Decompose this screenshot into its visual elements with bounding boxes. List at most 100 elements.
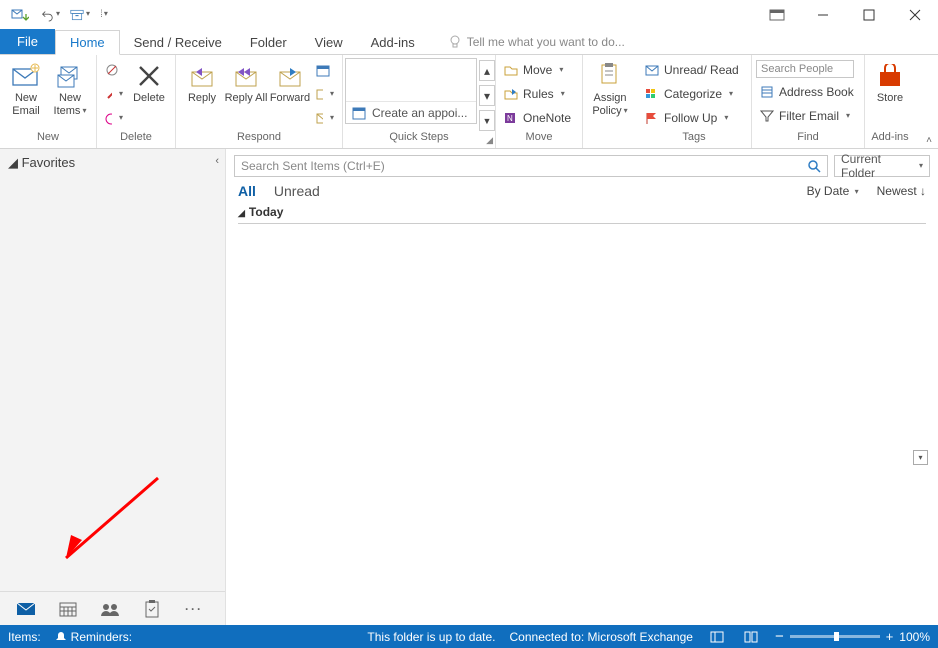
tab-send-receive[interactable]: Send / Receive bbox=[120, 31, 236, 54]
move-button[interactable]: Move▾ bbox=[500, 60, 578, 80]
qs-scroll-up[interactable]: ▴ bbox=[479, 60, 495, 81]
window-minimize-button[interactable] bbox=[800, 0, 846, 29]
status-reminders[interactable]: Reminders: bbox=[55, 630, 132, 644]
tell-me-search[interactable]: Tell me what you want to do... bbox=[449, 35, 625, 54]
lightbulb-icon bbox=[449, 35, 461, 49]
filter-email-button[interactable]: Filter Email▾ bbox=[756, 106, 860, 126]
search-box[interactable]: Search Sent Items (Ctrl+E) bbox=[234, 155, 828, 177]
tab-folder[interactable]: Folder bbox=[236, 31, 301, 54]
ignore-button[interactable] bbox=[101, 60, 127, 80]
minimize-folder-pane-button[interactable]: ‹ bbox=[215, 155, 219, 167]
tell-me-placeholder: Tell me what you want to do... bbox=[467, 35, 625, 49]
new-email-button[interactable]: New Email bbox=[4, 58, 48, 118]
zoom-in-button[interactable]: + bbox=[886, 629, 894, 644]
junk-button[interactable]: ▾ bbox=[101, 108, 127, 128]
group-addins-label: Add-ins bbox=[865, 131, 915, 148]
assign-policy-label: Assign Policy▾ bbox=[587, 92, 633, 118]
address-book-button[interactable]: Address Book bbox=[756, 82, 860, 102]
qs-launcher-icon[interactable]: ◢ bbox=[486, 135, 493, 146]
window-close-button[interactable] bbox=[892, 0, 938, 29]
peek-people-icon[interactable] bbox=[100, 599, 120, 619]
assign-policy-button[interactable]: Assign Policy▾ bbox=[587, 58, 633, 118]
filter-all[interactable]: All bbox=[238, 183, 256, 199]
view-normal-button[interactable] bbox=[707, 629, 727, 645]
more-respond-button[interactable]: ▾ bbox=[312, 108, 338, 128]
group-delete: ▾ ▾ Delete Delete bbox=[97, 55, 176, 148]
zoom-control[interactable]: − + 100% bbox=[775, 628, 930, 645]
tab-view[interactable]: View bbox=[301, 31, 357, 54]
cleanup-icon bbox=[105, 87, 112, 101]
onenote-button[interactable]: NOneNote bbox=[500, 108, 578, 128]
peek-calendar-icon[interactable] bbox=[58, 599, 78, 619]
qat-archive-icon[interactable]: ▾ bbox=[70, 5, 90, 25]
group-tags-label: Tags bbox=[637, 131, 751, 148]
ribbon-display-options-icon[interactable] bbox=[754, 0, 800, 29]
follow-up-button[interactable]: Follow Up▾ bbox=[641, 108, 747, 128]
new-items-button[interactable]: New Items▾ bbox=[48, 58, 92, 118]
group-assign-policy: Assign Policy▾ bbox=[583, 55, 637, 148]
zoom-level[interactable]: 100% bbox=[899, 630, 930, 644]
peek-more-button[interactable]: ··· bbox=[184, 599, 204, 619]
window-maximize-button[interactable] bbox=[846, 0, 892, 29]
svg-text:N: N bbox=[507, 114, 513, 123]
delete-button[interactable]: Delete bbox=[127, 58, 171, 105]
status-items: Items: bbox=[8, 630, 41, 644]
new-items-label: New Items▾ bbox=[48, 92, 92, 118]
reminder-bell-icon bbox=[55, 631, 67, 643]
quick-steps-gallery[interactable]: Create an appoi... bbox=[345, 58, 477, 124]
title-bar: ▾ ▾ ⁞▾ bbox=[0, 0, 938, 29]
collapse-ribbon-button[interactable]: ˄ bbox=[926, 135, 932, 146]
tab-home[interactable]: Home bbox=[55, 30, 120, 55]
view-reading-button[interactable] bbox=[741, 629, 761, 645]
categorize-button[interactable]: Categorize▾ bbox=[641, 84, 747, 104]
store-button[interactable]: Store bbox=[869, 58, 911, 105]
sort-newest[interactable]: Newest ↓ bbox=[877, 184, 926, 198]
favorites-header[interactable]: ◢ Favorites bbox=[0, 149, 225, 177]
search-scope-dropdown[interactable]: Current Folder▾ bbox=[834, 155, 930, 177]
quick-step-label: Create an appoi... bbox=[372, 106, 467, 120]
qat-undo-icon[interactable]: ▾ bbox=[40, 5, 60, 25]
group-move: Move▾ Rules▾ NOneNote Move bbox=[496, 55, 583, 148]
flag-icon bbox=[645, 112, 659, 124]
date-group-today[interactable]: ◢Today bbox=[238, 203, 926, 224]
more-respond-icon bbox=[316, 111, 323, 125]
qs-scroll-down[interactable]: ▾ bbox=[479, 85, 495, 106]
search-people-input[interactable]: Search People bbox=[756, 60, 854, 78]
ignore-icon bbox=[105, 63, 121, 77]
zoom-slider[interactable] bbox=[790, 635, 880, 638]
cleanup-button[interactable]: ▾ bbox=[101, 84, 127, 104]
forward-button[interactable]: Forward bbox=[268, 58, 312, 105]
reply-all-button[interactable]: Reply All bbox=[224, 58, 268, 105]
new-email-icon bbox=[10, 60, 42, 92]
reading-pane-toggle[interactable]: ▾ bbox=[913, 450, 928, 465]
reply-label: Reply bbox=[188, 92, 216, 105]
search-people-placeholder: Search People bbox=[761, 63, 833, 75]
peek-mail-icon[interactable] bbox=[16, 599, 36, 619]
search-scope-label: Current Folder bbox=[841, 152, 917, 180]
forward-attachment-button[interactable]: ▾ bbox=[312, 84, 338, 104]
group-addins: Store Add-ins bbox=[865, 55, 915, 148]
junk-icon bbox=[105, 111, 112, 125]
zoom-out-button[interactable]: − bbox=[775, 628, 784, 645]
group-find: Search People Address Book Filter Email▾… bbox=[752, 55, 865, 148]
group-tags: Unread/ Read Categorize▾ Follow Up▾ Tags bbox=[637, 55, 752, 148]
unread-read-button[interactable]: Unread/ Read bbox=[641, 60, 747, 80]
meeting-button[interactable] bbox=[312, 60, 338, 80]
sort-by-date[interactable]: By Date ▾ bbox=[807, 184, 859, 198]
filter-unread[interactable]: Unread bbox=[274, 183, 320, 199]
group-new-label: New bbox=[0, 131, 96, 148]
reply-button[interactable]: Reply bbox=[180, 58, 224, 105]
meeting-icon bbox=[316, 63, 332, 77]
unread-read-icon bbox=[645, 64, 659, 76]
peek-tasks-icon[interactable] bbox=[142, 599, 162, 619]
group-quick-steps: Create an appoi... ▴ ▾ ▼ Quick Steps◢ bbox=[343, 55, 496, 148]
tab-add-ins[interactable]: Add-ins bbox=[357, 31, 429, 54]
ribbon-tabs: File Home Send / Receive Folder View Add… bbox=[0, 29, 938, 55]
qat-customize-icon[interactable]: ⁞▾ bbox=[100, 5, 108, 25]
qat-send-receive-icon[interactable] bbox=[10, 5, 30, 25]
group-quick-steps-label: Quick Steps◢ bbox=[343, 131, 495, 148]
tab-file[interactable]: File bbox=[0, 29, 55, 54]
qs-more[interactable]: ▼ bbox=[479, 110, 495, 131]
rules-button[interactable]: Rules▾ bbox=[500, 84, 578, 104]
onenote-icon: N bbox=[504, 112, 518, 124]
